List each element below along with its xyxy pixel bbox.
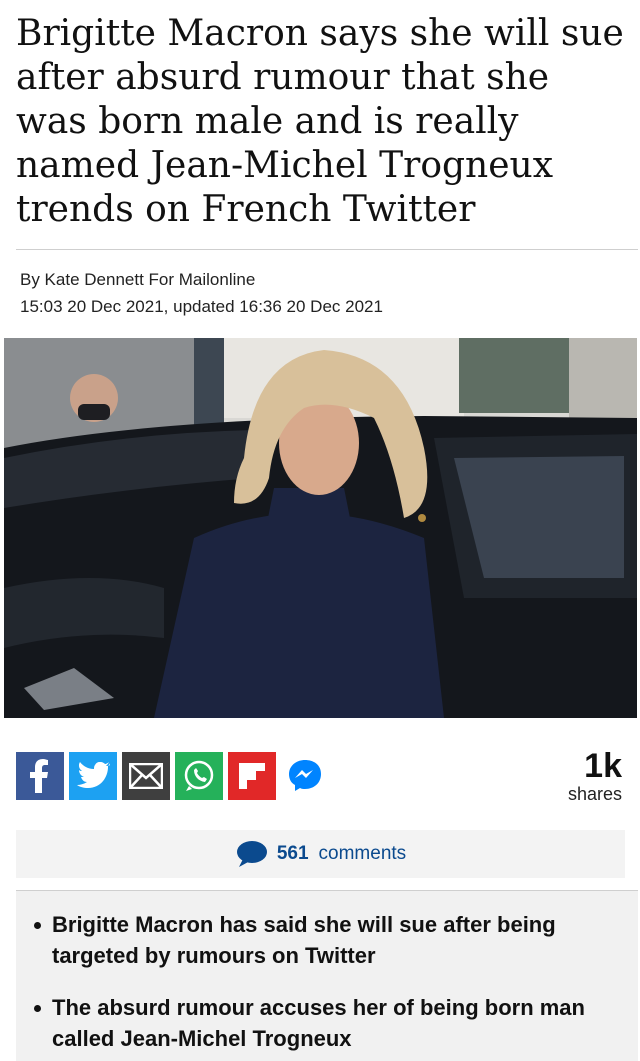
share-buttons [16,752,329,800]
byline[interactable]: By Kate Dennett For Mailonline [20,270,255,290]
facebook-icon [30,759,48,793]
envelope-icon [129,763,163,789]
article-photo[interactable] [4,338,637,718]
summary-bullet: The absurd rumour accuses her of being b… [16,992,638,1054]
speech-bubble-icon [236,841,267,867]
share-count: 1k shares [568,748,622,805]
dateline: 15:03 20 Dec 2021, updated 16:36 20 Dec … [20,297,383,316]
comments-button[interactable]: 561 comments [16,830,625,878]
flipboard-icon [239,763,265,789]
comments-count: 561 [276,843,309,864]
messenger-icon [289,760,321,791]
twitter-icon [77,762,110,788]
comments-label: comments [318,843,407,864]
whatsapp-icon [184,760,214,791]
article-headline: Brigitte Macron says she will sue after … [16,13,624,230]
facebook-share-button[interactable] [16,752,64,800]
headline-divider [16,249,638,250]
share-count-label: shares [567,784,622,804]
twitter-share-button[interactable] [69,752,117,800]
share-count-number: 1k [584,747,622,785]
summary-bullet: Brigitte Macron has said she will sue af… [16,909,638,971]
messenger-share-button[interactable] [281,752,329,800]
photo-illustration [4,338,637,718]
flipboard-share-button[interactable] [228,752,276,800]
whatsapp-share-button[interactable] [175,752,223,800]
article-summary: Brigitte Macron has said she will sue af… [16,891,638,1061]
email-share-button[interactable] [122,752,170,800]
